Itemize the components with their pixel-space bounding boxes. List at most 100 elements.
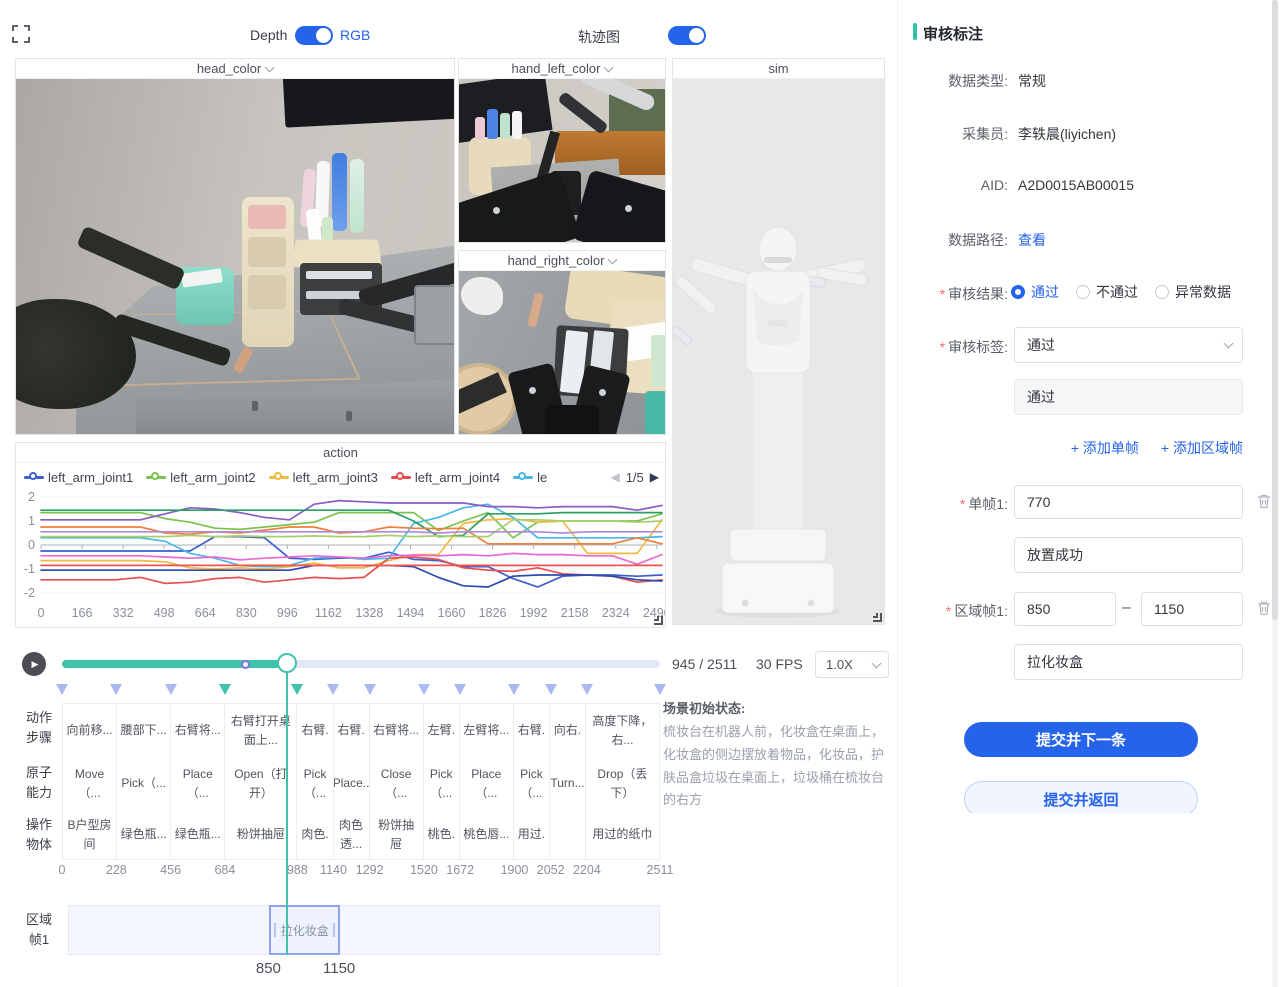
action-cell[interactable]: 左臂将... <box>460 704 514 757</box>
resize-handle-icon[interactable] <box>873 613 882 622</box>
delete-region-frame-icon[interactable] <box>1256 600 1272 616</box>
skill-cell[interactable]: Turn... <box>550 757 586 810</box>
object-cell[interactable]: 用过. <box>514 810 550 859</box>
sim-header: sim <box>673 59 884 79</box>
step-marker-icon[interactable] <box>545 684 557 695</box>
skill-cell[interactable]: Place（... <box>171 757 225 810</box>
review-result-radio-2[interactable]: 异常数据 <box>1155 282 1231 302</box>
object-cell[interactable]: 用过的纸巾 <box>586 810 659 859</box>
action-cell[interactable]: 左臂. <box>424 704 460 757</box>
object-cell[interactable]: 肉色透... <box>334 810 370 859</box>
step-marker-icon[interactable] <box>291 684 303 695</box>
step-marker-icon[interactable] <box>110 684 122 695</box>
step-marker-icon[interactable] <box>654 684 666 695</box>
object-cell[interactable]: 肉色. <box>297 810 333 859</box>
object-cell[interactable]: 粉饼抽屉 <box>370 810 424 859</box>
hand-right-camera-header[interactable]: hand_right_color <box>459 251 665 271</box>
trajectory-toggle[interactable] <box>668 26 706 45</box>
legend-series-icon <box>391 472 411 482</box>
region-track[interactable]: 拉化妆盒 <box>68 905 660 955</box>
region-block[interactable]: 拉化妆盒 <box>269 905 340 955</box>
head-camera-header[interactable]: head_color <box>16 59 454 79</box>
skill-cell[interactable]: Pick（... <box>514 757 550 810</box>
submit-next-button[interactable]: 提交并下一条 <box>964 722 1198 757</box>
step-marker-icon[interactable] <box>454 684 466 695</box>
single-frame-note-textarea[interactable]: 放置成功 <box>1014 537 1243 573</box>
timeline-slider-handle[interactable] <box>277 653 297 673</box>
review-comment-textarea[interactable]: 通过 <box>1014 379 1243 415</box>
fullscreen-icon[interactable] <box>12 25 30 48</box>
step-marker-icon[interactable] <box>508 684 520 695</box>
resize-handle-icon[interactable] <box>654 616 663 625</box>
step-marker-icon[interactable] <box>327 684 339 695</box>
step-marker-icon[interactable] <box>581 684 593 695</box>
region-end-input[interactable] <box>1141 592 1243 626</box>
action-cell[interactable]: 右臂. <box>334 704 370 757</box>
data-path-view-link[interactable]: 查看 <box>1018 230 1046 250</box>
step-marker-icon[interactable] <box>56 684 68 695</box>
joint-trajectory-chart[interactable]: 210-1-2016633249866483099611621328149416… <box>16 489 665 629</box>
skill-cell[interactable]: Close（... <box>370 757 424 810</box>
legend-item[interactable]: left_arm_joint2 <box>146 470 255 485</box>
action-cell[interactable]: 高度下降，右... <box>586 704 659 757</box>
hand-left-camera-header[interactable]: hand_left_color <box>459 59 665 79</box>
action-cell[interactable]: 右臂将... <box>171 704 225 757</box>
depth-label: Depth <box>250 27 287 43</box>
svg-text:830: 830 <box>236 606 257 620</box>
object-cell[interactable]: 桃色. <box>424 810 460 859</box>
depth-rgb-toggle[interactable] <box>295 26 333 45</box>
review-tag-select[interactable]: 通过 <box>1014 327 1243 363</box>
single-frame-input[interactable] <box>1014 485 1243 519</box>
legend-item[interactable]: le <box>513 470 547 485</box>
action-cell[interactable]: 右臂将... <box>370 704 424 757</box>
action-cell[interactable]: 向前移... <box>63 704 117 757</box>
region-frame-note-textarea[interactable]: 拉化妆盒 <box>1014 644 1243 680</box>
step-marker-icon[interactable] <box>219 684 231 695</box>
region-resize-handle-left[interactable] <box>274 923 276 937</box>
panel-scrollbar-thumb[interactable] <box>1272 0 1278 620</box>
legend-item[interactable]: left_arm_joint1 <box>24 470 133 485</box>
step-marker-icon[interactable] <box>165 684 177 695</box>
skill-cell[interactable]: Drop（丢下） <box>586 757 659 810</box>
panel-scrollbar[interactable] <box>1272 0 1278 987</box>
review-tag-value: 通过 <box>1027 335 1055 355</box>
step-marker-icon[interactable] <box>364 684 376 695</box>
object-cell[interactable]: 桃色唇... <box>460 810 514 859</box>
region-end-frame: 1150 <box>323 960 355 977</box>
submit-return-button[interactable]: 提交并返回 <box>964 781 1198 813</box>
review-result-radio-1[interactable]: 不通过 <box>1076 282 1138 302</box>
review-result-label: *审核结果: <box>898 284 1008 304</box>
region-resize-handle-right[interactable] <box>333 923 335 937</box>
svg-text:664: 664 <box>195 606 216 620</box>
action-cell[interactable]: 向右. <box>550 704 586 757</box>
skill-cell[interactable]: Move（... <box>63 757 117 810</box>
add-single-frame-link[interactable]: + 添加单帧 <box>1071 438 1139 458</box>
playback-speed-select[interactable]: 1.0X <box>815 651 889 678</box>
review-result-radio-0[interactable]: 通过 <box>1011 282 1059 302</box>
legend-item[interactable]: left_arm_joint4 <box>391 470 500 485</box>
region-start-input[interactable] <box>1014 592 1116 626</box>
skill-cell[interactable]: Place.. <box>334 757 370 810</box>
object-cell[interactable] <box>550 810 586 859</box>
object-cell[interactable]: 绿色瓶... <box>117 810 171 859</box>
skill-cell[interactable]: Place（... <box>460 757 514 810</box>
sim-viewport[interactable] <box>673 79 884 624</box>
legend-prev-icon[interactable]: ◀ <box>610 470 619 484</box>
legend-item[interactable]: left_arm_joint3 <box>269 470 378 485</box>
single-frame-label: *单帧1: <box>898 494 1008 514</box>
legend-next-icon[interactable]: ▶ <box>650 470 659 484</box>
skill-cell[interactable]: Pick（... <box>297 757 333 810</box>
object-cell[interactable]: B户型房间 <box>63 810 117 859</box>
action-cell[interactable]: 腰部下... <box>117 704 171 757</box>
action-cell[interactable]: 右臂. <box>514 704 550 757</box>
object-cell[interactable]: 绿色瓶... <box>171 810 225 859</box>
step-marker-icon[interactable] <box>418 684 430 695</box>
skill-cell[interactable]: Pick（... <box>424 757 460 810</box>
radio-label: 通过 <box>1031 282 1059 302</box>
single-frame-dot-marker[interactable] <box>241 660 250 669</box>
skill-cell[interactable]: Pick（... <box>117 757 171 810</box>
delete-single-frame-icon[interactable] <box>1256 493 1272 509</box>
action-cell[interactable]: 右臂. <box>297 704 333 757</box>
add-region-frame-link[interactable]: + 添加区域帧 <box>1161 438 1243 458</box>
play-button[interactable]: ▶ <box>22 652 46 676</box>
